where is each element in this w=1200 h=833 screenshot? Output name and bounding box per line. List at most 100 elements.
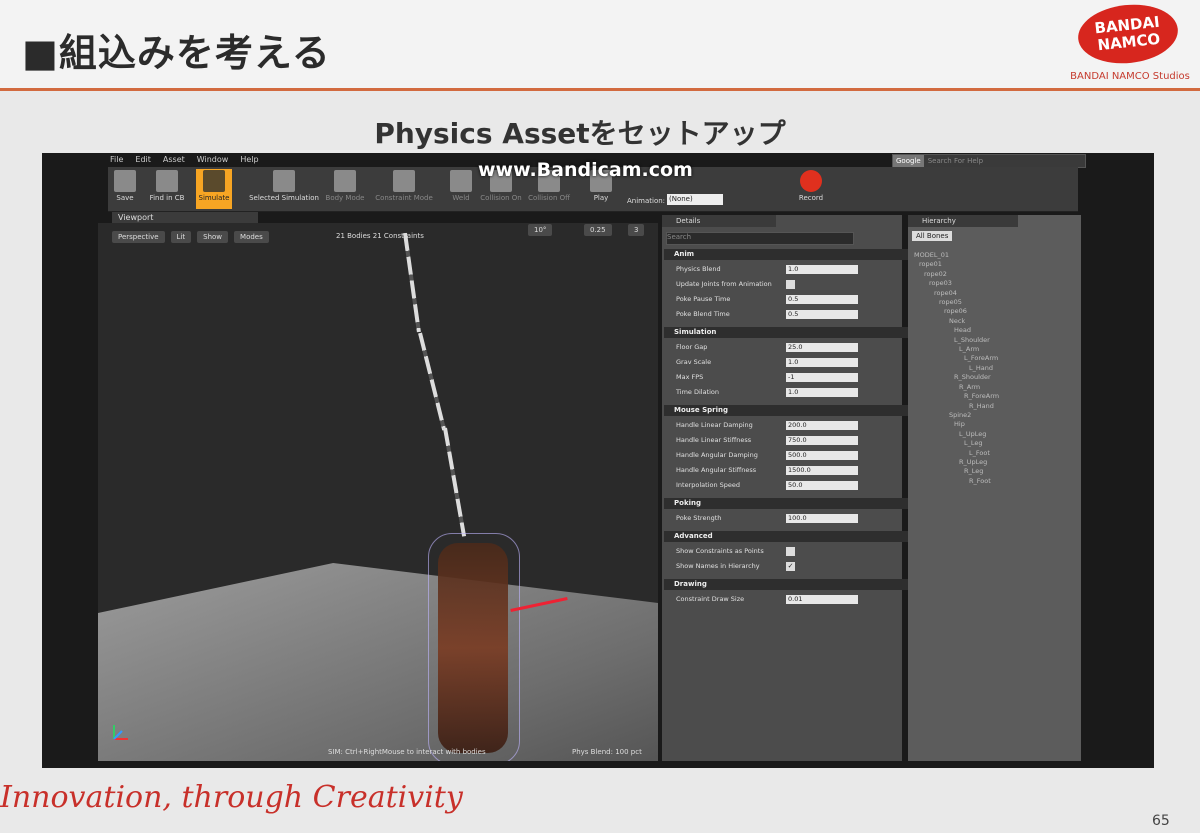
viewport[interactable]: Perspective Lit Show Modes 21 Bodies 21 Con… <box>98 223 658 761</box>
property-row: Constraint Draw Size 0.01 <box>676 594 890 605</box>
find-icon <box>156 170 178 192</box>
bone-filter-dropdown[interactable]: All Bones <box>912 231 953 241</box>
record-button[interactable]: Record <box>794 169 828 209</box>
bone-item[interactable]: L_Hand <box>914 364 1079 373</box>
property-value-field[interactable]: 1.0 <box>786 265 858 274</box>
property-value-field[interactable]: 1.0 <box>786 388 858 397</box>
tab-details[interactable]: Details <box>662 215 776 227</box>
property-value-field[interactable]: 0.01 <box>786 595 858 604</box>
camera-speed-button[interactable]: 3 <box>628 224 645 236</box>
weld-button[interactable]: Weld <box>448 169 474 209</box>
snap-scale-button[interactable]: 0.25 <box>584 224 612 236</box>
details-search-input[interactable]: Search <box>666 232 854 245</box>
bone-item[interactable]: rope06 <box>914 307 1079 316</box>
tab-hierarchy[interactable]: Hierarchy <box>908 215 1018 227</box>
tab-viewport[interactable]: Viewport <box>112 212 258 223</box>
bone-item[interactable]: rope05 <box>914 298 1079 307</box>
brand-subtitle: BANDAI NAMCO Studios <box>1070 71 1190 82</box>
bone-item[interactable]: rope03 <box>914 279 1079 288</box>
character-mesh[interactable] <box>438 543 508 753</box>
menu-item[interactable]: File <box>110 155 123 167</box>
constraint-mode-button[interactable]: Constraint Mode <box>370 169 438 209</box>
viewport-hint: SIM: Ctrl+RightMouse to interact with bo… <box>328 748 486 756</box>
property-value-field[interactable]: 1500.0 <box>786 466 858 475</box>
bone-item[interactable]: R_Arm <box>914 383 1079 392</box>
bone-item[interactable]: L_ForeArm <box>914 354 1079 363</box>
bone-item[interactable]: R_Foot <box>914 477 1079 486</box>
property-label: Show Constraints as Points <box>676 547 764 555</box>
viewport-modes-button[interactable]: Modes <box>234 231 269 243</box>
property-row: Floor Gap 25.0 <box>676 342 890 353</box>
bone-item[interactable]: MODEL_01 <box>914 251 1079 260</box>
bone-item[interactable]: L_Arm <box>914 345 1079 354</box>
bone-item[interactable]: L_UpLeg <box>914 430 1079 439</box>
menu-item[interactable]: Window <box>197 155 229 167</box>
property-row: Show Names in Hierarchy ✓ <box>676 561 890 572</box>
snap-rotation-button[interactable]: 10° <box>528 224 553 236</box>
section-mouse-spring[interactable]: Mouse Spring <box>664 405 910 416</box>
menu-item[interactable]: Asset <box>163 155 185 167</box>
property-value-field[interactable]: 0.5 <box>786 295 858 304</box>
property-checkbox[interactable]: ✓ <box>786 562 795 571</box>
viewport-show-button[interactable]: Show <box>197 231 229 243</box>
property-value-field[interactable]: 25.0 <box>786 343 858 352</box>
bone-item[interactable]: R_UpLeg <box>914 458 1079 467</box>
bone-item[interactable]: Head <box>914 326 1079 335</box>
viewport-perspective-button[interactable]: Perspective <box>112 231 165 243</box>
bone-item[interactable]: L_Shoulder <box>914 336 1079 345</box>
bone-item[interactable]: Neck <box>914 317 1079 326</box>
property-value-field[interactable]: 500.0 <box>786 451 858 460</box>
property-row: Show Constraints as Points <box>676 546 890 557</box>
bone-item[interactable]: R_ForeArm <box>914 392 1079 401</box>
toolbar-label: Record <box>798 194 824 202</box>
toolbar-label: Constraint Mode <box>375 194 433 202</box>
section-anim[interactable]: Anim <box>664 249 910 260</box>
bone-item[interactable]: Spine2 <box>914 411 1079 420</box>
bone-item[interactable]: R_Shoulder <box>914 373 1079 382</box>
property-value-field[interactable]: 200.0 <box>786 421 858 430</box>
property-row: Grav Scale 1.0 <box>676 357 890 368</box>
bone-item[interactable]: rope01 <box>914 260 1079 269</box>
bone-item[interactable]: rope04 <box>914 289 1079 298</box>
property-value-field[interactable]: 750.0 <box>786 436 858 445</box>
save-button[interactable]: Save <box>110 169 140 209</box>
bone-item[interactable]: R_Hand <box>914 402 1079 411</box>
simulate-button[interactable]: Simulate <box>196 169 232 209</box>
brand: BANDAI NAMCO BANDAI NAMCO Studios <box>1070 0 1190 85</box>
property-value-field[interactable]: 100.0 <box>786 514 858 523</box>
toolbar-label: Collision Off <box>528 194 570 202</box>
brand-logo-text: BANDAI NAMCO <box>1093 12 1162 55</box>
property-label: Floor Gap <box>676 343 708 351</box>
hierarchy-panel: Hierarchy All Bones MODEL_01 rope01 rope02… <box>908 215 1081 761</box>
section-poking[interactable]: Poking <box>664 498 910 509</box>
property-checkbox[interactable] <box>786 280 795 289</box>
body-mode-button[interactable]: Body Mode <box>324 169 366 209</box>
section-simulation[interactable]: Simulation <box>664 327 910 338</box>
bone-item[interactable]: Hip <box>914 420 1079 429</box>
bone-item[interactable]: R_Leg <box>914 467 1079 476</box>
menu-item[interactable]: Edit <box>135 155 151 167</box>
property-value-field[interactable]: 1.0 <box>786 358 858 367</box>
property-checkbox[interactable] <box>786 547 795 556</box>
help-search-input[interactable]: Search For Help <box>924 157 983 165</box>
selected-simulation-button[interactable]: Selected Simulation <box>248 169 320 209</box>
bone-item[interactable]: rope02 <box>914 270 1079 279</box>
animation-select[interactable]: (None) <box>667 194 723 205</box>
property-value-field[interactable]: 0.5 <box>786 310 858 319</box>
property-value-field[interactable]: 50.0 <box>786 481 858 490</box>
rope-segment <box>403 232 421 333</box>
section-advanced[interactable]: Advanced <box>664 531 910 542</box>
bone-item[interactable]: L_Leg <box>914 439 1079 448</box>
menu-item[interactable]: Help <box>240 155 258 167</box>
bone-item[interactable]: L_Foot <box>914 449 1079 458</box>
section-drawing[interactable]: Drawing <box>664 579 910 590</box>
property-value-field[interactable]: -1 <box>786 373 858 382</box>
help-search[interactable]: Google Search For Help <box>892 154 1086 168</box>
bandai-namco-logo: BANDAI NAMCO <box>1075 0 1181 69</box>
find-button[interactable]: Find in CB <box>144 169 190 209</box>
property-label: Handle Angular Stiffness <box>676 466 757 474</box>
property-label: Handle Angular Damping <box>676 451 758 459</box>
search-engine-select[interactable]: Google <box>893 155 924 167</box>
details-panel: Details Search Anim Physics Blend 1.0 Updat… <box>662 215 910 761</box>
viewport-lit-button[interactable]: Lit <box>170 231 192 243</box>
